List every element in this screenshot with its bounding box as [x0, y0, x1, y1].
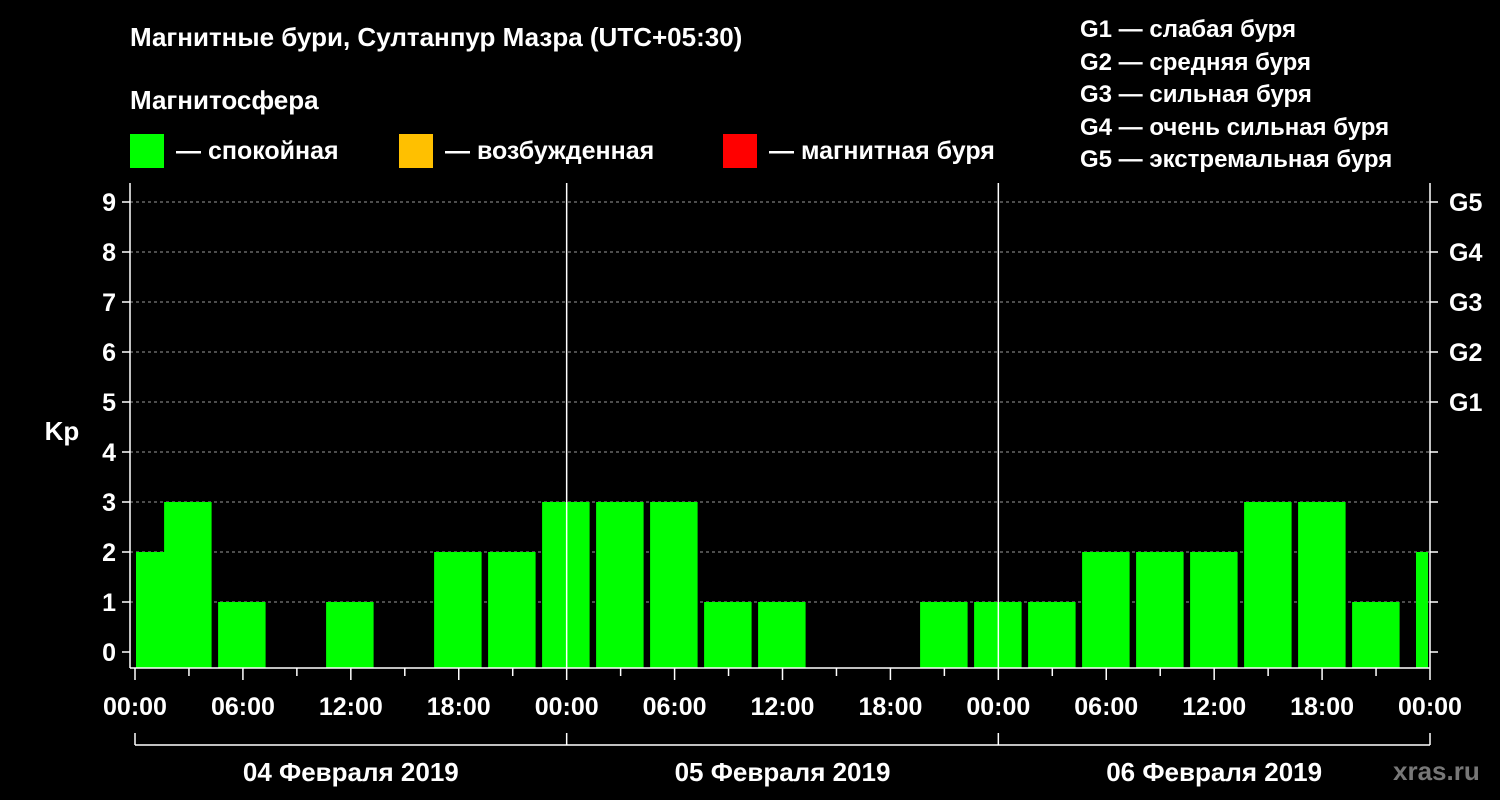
kp-bar — [488, 552, 536, 668]
kp-bar — [164, 502, 212, 668]
kp-bar — [1298, 502, 1346, 668]
x-tick-label: 06:00 — [211, 693, 275, 721]
day-label: 05 Февраля 2019 — [675, 757, 891, 787]
kp-bar — [596, 502, 644, 668]
kp-bar — [758, 602, 806, 668]
kp-bar — [434, 552, 482, 668]
kp-bar — [1244, 502, 1292, 668]
kp-bar — [136, 552, 168, 668]
y-tick-label: 2 — [102, 539, 116, 567]
watermark: xras.ru — [1393, 756, 1480, 786]
g-tick-label: G3 — [1449, 289, 1482, 317]
day-label: 06 Февраля 2019 — [1106, 757, 1322, 787]
bars — [136, 502, 1428, 668]
y-tick-label: 1 — [102, 589, 116, 617]
y-tick-label: 5 — [102, 389, 116, 417]
kp-bar — [1190, 552, 1238, 668]
x-tick-label: 00:00 — [1398, 693, 1462, 721]
x-tick-label: 18:00 — [858, 693, 922, 721]
g-tick-label: G1 — [1449, 389, 1482, 417]
x-tick-label: 12:00 — [1182, 693, 1246, 721]
day-label: 04 Февраля 2019 — [243, 757, 459, 787]
y-tick-label: 0 — [102, 639, 116, 667]
x-tick-label: 18:00 — [1290, 693, 1354, 721]
x-tick-label: 06:00 — [1074, 693, 1138, 721]
kp-bar — [1416, 552, 1428, 668]
y-tick-label: 3 — [102, 489, 116, 517]
kp-bar — [1028, 602, 1076, 668]
y-tick-label: 7 — [102, 289, 116, 317]
kp-bar — [920, 602, 968, 668]
kp-bar — [218, 602, 266, 668]
x-tick-label: 00:00 — [966, 693, 1030, 721]
g-tick-label: G2 — [1449, 339, 1482, 367]
y-tick-label: 8 — [102, 239, 116, 267]
kp-bar — [326, 602, 374, 668]
kp-bar — [1082, 552, 1130, 668]
x-tick-label: 12:00 — [751, 693, 815, 721]
kp-bar — [650, 502, 698, 668]
g-tick-label: G4 — [1449, 239, 1482, 267]
x-tick-label: 06:00 — [643, 693, 707, 721]
kp-bar — [704, 602, 752, 668]
x-tick-label: 12:00 — [319, 693, 383, 721]
x-tick-label: 18:00 — [427, 693, 491, 721]
y-tick-label: 4 — [102, 439, 116, 467]
kp-bar — [1352, 602, 1400, 668]
kp-chart: 0 1 2 3 4 5 6 7 8 9 G1 G2 G3 G4 G5 Kp 00:00 06:00 12:00 18:… — [45, 183, 1482, 787]
g-tick-label: G5 — [1449, 189, 1482, 217]
x-tick-label: 00:00 — [103, 693, 167, 721]
y-tick-label: 9 — [102, 189, 116, 217]
y-axis-label: Kp — [45, 416, 80, 446]
y-tick-label: 6 — [102, 339, 116, 367]
x-tick-label: 00:00 — [535, 693, 599, 721]
kp-bar — [1136, 552, 1184, 668]
kp-bar — [542, 502, 590, 668]
